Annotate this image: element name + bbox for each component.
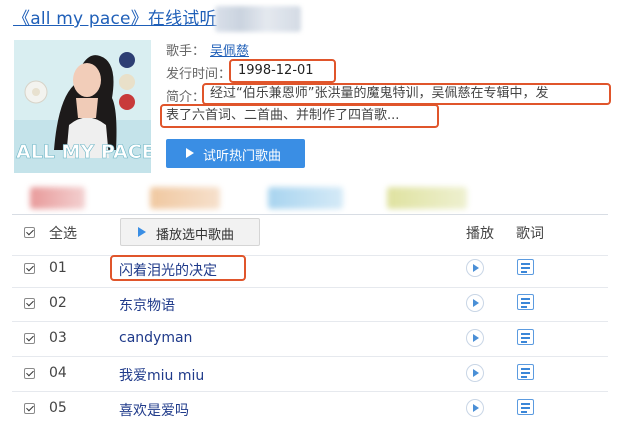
intro-line-2: 表了六首词、二首曲、并制作了四首歌... bbox=[166, 108, 400, 123]
song-checkbox[interactable] bbox=[24, 368, 35, 379]
song-title[interactable]: 喜欢是爱吗 bbox=[119, 400, 189, 420]
listen-hot-songs-button[interactable]: 试听热门歌曲 bbox=[166, 139, 305, 168]
play-icon bbox=[138, 227, 146, 237]
release-date-value: 1998-12-01 bbox=[238, 63, 314, 78]
row-divider bbox=[12, 391, 608, 392]
song-title[interactable]: 闪着泪光的决定 bbox=[119, 260, 217, 280]
blurred-tab bbox=[30, 187, 85, 209]
intro-label: 简介： bbox=[166, 90, 206, 105]
blurred-region bbox=[215, 6, 301, 32]
song-number: 04 bbox=[49, 365, 67, 381]
song-title[interactable]: 我爱miu miu bbox=[119, 365, 204, 385]
row-divider bbox=[12, 255, 608, 256]
listen-hot-songs-label: 试听热门歌曲 bbox=[203, 149, 282, 164]
song-checkbox[interactable] bbox=[24, 298, 35, 309]
song-number: 05 bbox=[49, 400, 67, 416]
song-checkbox[interactable] bbox=[24, 263, 35, 274]
intro-line-1: 经过“伯乐兼恩师”张洪量的魔鬼特训，吴佩慈在专辑中，发 bbox=[210, 86, 549, 101]
blurred-tab bbox=[268, 187, 343, 209]
blurred-tab bbox=[150, 187, 220, 209]
play-selected-button[interactable]: 播放选中歌曲 bbox=[120, 218, 260, 246]
song-title[interactable]: 东京物语 bbox=[119, 295, 175, 315]
lyrics-icon[interactable] bbox=[517, 364, 534, 380]
singer-link[interactable]: 吴佩慈 bbox=[210, 40, 249, 59]
play-circle-icon[interactable] bbox=[466, 399, 484, 417]
play-icon bbox=[186, 148, 194, 158]
lyrics-icon[interactable] bbox=[517, 399, 534, 415]
row-divider bbox=[12, 321, 608, 322]
album-cover-art: ALL MY PACE bbox=[14, 40, 151, 173]
song-checkbox[interactable] bbox=[24, 403, 35, 414]
lyrics-icon[interactable] bbox=[517, 329, 534, 345]
play-circle-icon[interactable] bbox=[466, 329, 484, 347]
cover-text: ALL MY PACE bbox=[16, 141, 151, 163]
play-circle-icon[interactable] bbox=[466, 259, 484, 277]
divider bbox=[12, 214, 608, 215]
play-selected-label: 播放选中歌曲 bbox=[156, 228, 235, 243]
song-title[interactable]: candyman bbox=[119, 330, 192, 346]
singer-label: 歌手： bbox=[166, 44, 206, 59]
lyrics-icon[interactable] bbox=[517, 259, 534, 275]
album-cover: ALL MY PACE bbox=[14, 40, 151, 173]
column-header-lyrics: 歌词 bbox=[516, 226, 544, 242]
song-number: 01 bbox=[49, 260, 67, 276]
column-header-play: 播放 bbox=[466, 226, 494, 242]
select-all-checkbox[interactable] bbox=[24, 227, 35, 238]
song-number: 02 bbox=[49, 295, 67, 311]
blurred-tab bbox=[387, 187, 467, 209]
play-circle-icon[interactable] bbox=[466, 364, 484, 382]
page-title[interactable]: 《all my pace》在线试听 bbox=[13, 4, 217, 29]
song-number: 03 bbox=[49, 330, 67, 346]
lyrics-icon[interactable] bbox=[517, 294, 534, 310]
song-checkbox[interactable] bbox=[24, 333, 35, 344]
release-date-label: 发行时间： bbox=[166, 67, 232, 82]
row-divider bbox=[12, 356, 608, 357]
play-circle-icon[interactable] bbox=[466, 294, 484, 312]
row-divider bbox=[12, 287, 608, 288]
select-all-label: 全选 bbox=[49, 226, 77, 242]
